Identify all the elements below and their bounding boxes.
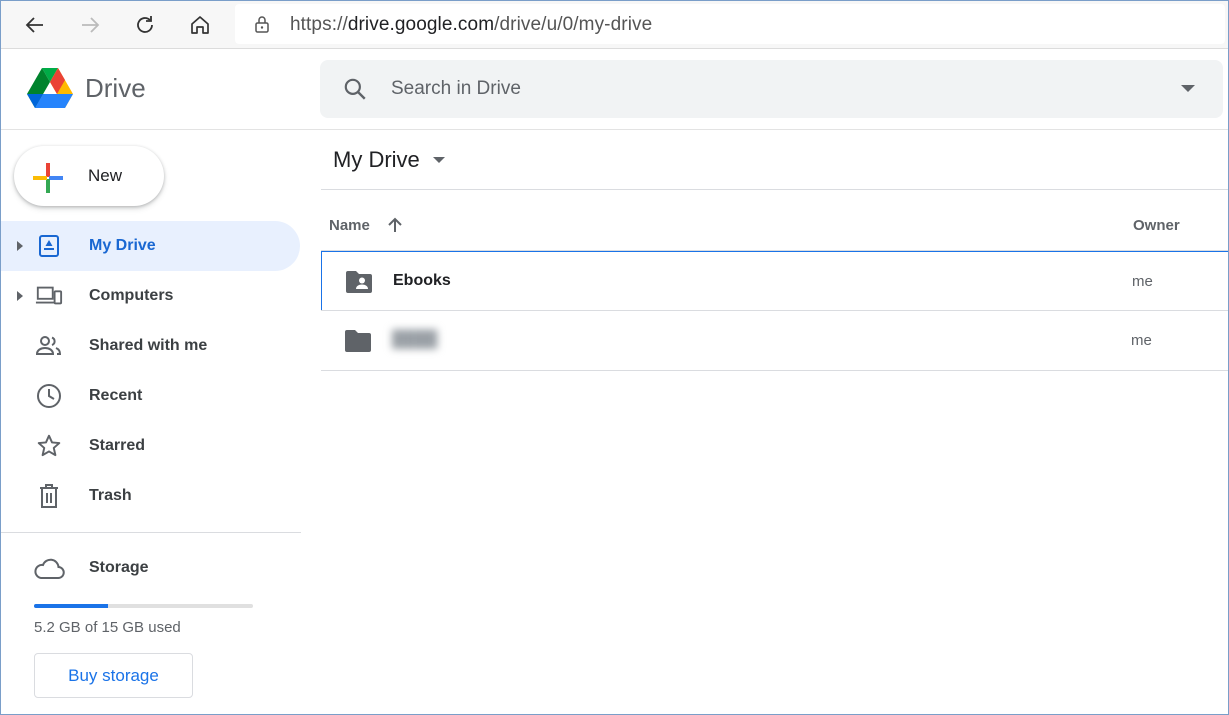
table-row[interactable]: ████ me — [321, 311, 1228, 371]
storage-progress-bar — [34, 604, 253, 608]
shared-icon — [35, 333, 63, 359]
sidebar-item-shared-with-me[interactable]: Shared with me — [1, 321, 300, 371]
sidebar-item-label: Shared with me — [89, 337, 208, 354]
url-prefix: https:// — [290, 14, 348, 35]
sidebar-item-trash[interactable]: Trash — [1, 471, 300, 521]
table-row[interactable]: Ebooks me — [321, 251, 1228, 311]
back-arrow-icon — [25, 17, 43, 33]
file-owner: me — [1131, 332, 1152, 349]
sidebar-divider — [1, 532, 301, 533]
folder-icon — [345, 330, 371, 352]
back-button[interactable] — [19, 9, 51, 41]
search-options-icon[interactable] — [1181, 85, 1195, 92]
shared-folder-icon — [346, 271, 372, 293]
my-drive-icon — [35, 233, 63, 259]
row-divider — [321, 370, 1228, 371]
search-icon[interactable] — [342, 76, 368, 102]
sidebar-item-label: Computers — [89, 287, 174, 304]
storage-progress-fill — [34, 604, 109, 608]
url-text: https://drive.google.com/drive/u/0/my-dr… — [290, 14, 652, 36]
new-button-label: New — [88, 166, 123, 185]
app-name: Drive — [85, 73, 146, 103]
cloud-icon — [34, 558, 65, 579]
url-host: drive.google.com — [347, 14, 495, 35]
drive-logo[interactable] — [27, 67, 73, 114]
file-owner: me — [1132, 273, 1153, 290]
file-name: Ebooks — [393, 272, 451, 289]
sidebar-item-starred[interactable]: Starred — [1, 421, 300, 471]
page-title[interactable]: My Drive — [333, 147, 420, 173]
sidebar-item-my-drive[interactable]: My Drive — [1, 221, 300, 271]
refresh-icon — [137, 16, 153, 33]
column-header-owner: Owner — [1133, 217, 1180, 234]
computers-icon — [35, 283, 63, 309]
storage-label[interactable]: Storage — [89, 559, 149, 577]
lock-icon — [255, 16, 269, 33]
sidebar-item-label: My Drive — [89, 237, 156, 254]
chevron-down-icon[interactable] — [433, 157, 445, 163]
clock-icon — [35, 383, 63, 409]
forward-arrow-icon — [82, 17, 100, 33]
expand-arrow-icon[interactable] — [17, 241, 23, 251]
search-bar[interactable]: Search in Drive — [320, 60, 1223, 118]
file-name-redacted: ████ — [392, 331, 438, 348]
storage-usage-text: 5.2 GB of 15 GB used — [34, 619, 181, 636]
title-divider — [321, 189, 1228, 190]
sidebar-item-label: Recent — [89, 387, 143, 404]
refresh-button[interactable] — [129, 9, 161, 41]
address-bar[interactable]: https://drive.google.com/drive/u/0/my-dr… — [235, 4, 1225, 44]
column-header-name[interactable]: Name — [329, 217, 370, 234]
sidebar-item-label: Trash — [89, 487, 132, 504]
home-button[interactable] — [184, 9, 216, 41]
app-window: https://drive.google.com/drive/u/0/my-dr… — [0, 0, 1229, 715]
browser-toolbar: https://drive.google.com/drive/u/0/my-dr… — [1, 1, 1228, 49]
forward-button[interactable] — [74, 9, 106, 41]
url-path: /drive/u/0/my-drive — [494, 14, 653, 35]
star-icon — [35, 433, 63, 459]
sidebar-item-label: Starred — [89, 437, 146, 454]
drive-header: Drive Search in Drive — [1, 49, 1228, 130]
new-button[interactable]: New — [14, 146, 164, 206]
sidebar-item-computers[interactable]: Computers — [1, 271, 300, 321]
plus-icon — [33, 163, 63, 193]
sort-ascending-icon[interactable] — [385, 215, 405, 235]
sidebar-item-recent[interactable]: Recent — [1, 371, 300, 421]
trash-icon — [35, 483, 63, 509]
expand-arrow-icon[interactable] — [17, 291, 23, 301]
buy-storage-button[interactable]: Buy storage — [34, 653, 193, 698]
drive-logo-icon — [27, 68, 73, 108]
home-icon — [191, 16, 209, 34]
search-input[interactable]: Search in Drive — [391, 78, 521, 100]
